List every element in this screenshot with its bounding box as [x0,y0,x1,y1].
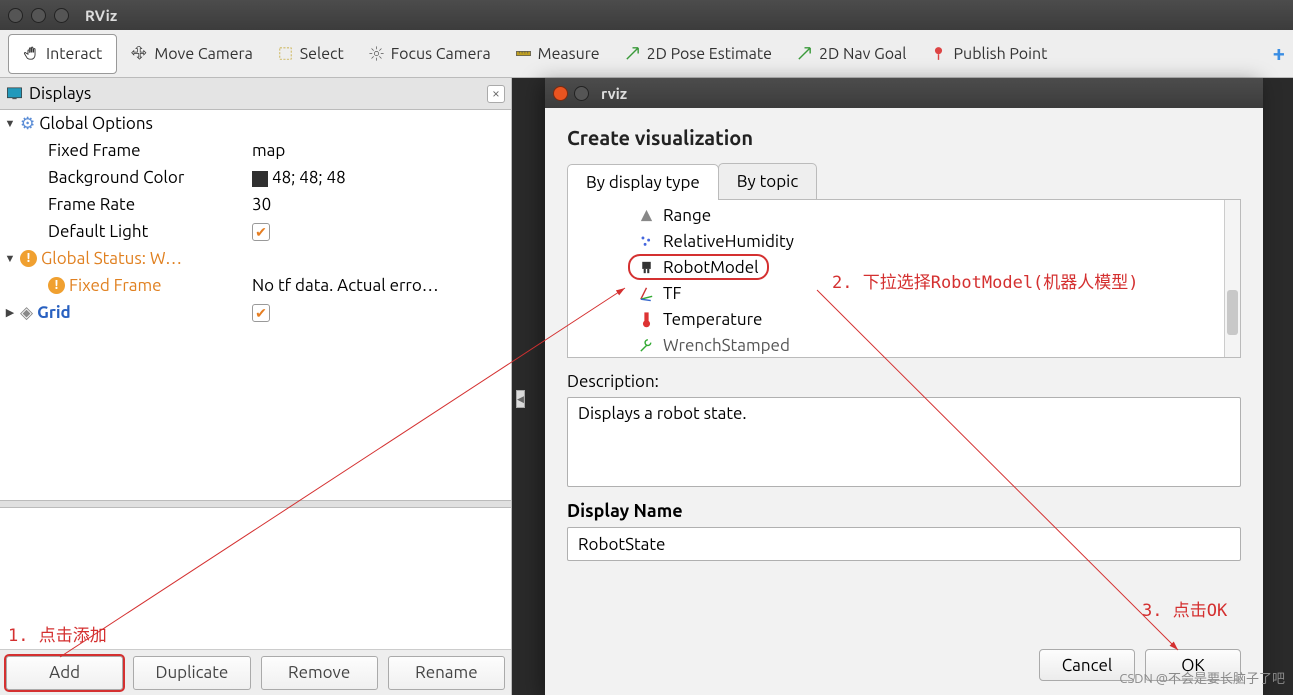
displays-panel: Displays × ⚙Global Options Fixed Frame m… [0,78,512,695]
type-tf[interactable]: TF [568,280,1224,306]
ruler-icon [515,45,532,62]
panel-collapse-handle[interactable]: ◀ [516,390,525,408]
tool-move-camera-label: Move Camera [154,45,252,63]
displays-tree[interactable]: ⚙Global Options Fixed Frame map Backgrou… [0,110,511,500]
display-name-input[interactable] [567,527,1241,561]
type-list-scrollbar[interactable] [1224,200,1240,357]
window-close-icon[interactable] [8,8,23,23]
duplicate-button[interactable]: Duplicate [133,656,250,690]
tree-fixed-frame[interactable]: Fixed Frame map [0,137,511,164]
tool-interact-label: Interact [46,45,102,63]
tool-measure-label: Measure [538,45,600,63]
tree-global-status[interactable]: !Global Status: W… [0,245,511,272]
window-minimize-icon[interactable] [31,8,46,23]
tool-select-label: Select [300,45,344,63]
checkbox-checked-icon[interactable]: ✔ [252,304,270,322]
arrow-green2-icon [796,45,813,62]
tree-frame-rate[interactable]: Frame Rate 30 [0,191,511,218]
description-text: Displays a robot state. [567,397,1241,487]
main-titlebar: RViz [0,0,1293,30]
arrow-green-icon [624,45,641,62]
dialog-tabs: By display type By topic [567,163,1241,200]
tool-nav-goal-label: 2D Nav Goal [819,45,906,63]
tool-select[interactable]: Select [267,39,354,69]
window-maximize-icon[interactable] [54,8,69,23]
display-icon [6,85,23,102]
type-relativehumidity[interactable]: RelativeHumidity [568,228,1224,254]
tool-pose-estimate-label: 2D Pose Estimate [647,45,772,63]
tab-by-display-type[interactable]: By display type [567,164,719,200]
warning-icon: ! [20,250,37,267]
color-swatch-icon [252,171,268,187]
rename-button[interactable]: Rename [388,656,505,690]
panel-close-icon[interactable]: × [487,85,505,103]
tool-publish-point[interactable]: Publish Point [920,39,1057,69]
displays-panel-header: Displays × [0,78,511,110]
display-type-list: Range RelativeHumidity RobotModel TF [567,200,1241,358]
tool-focus-camera[interactable]: Focus Camera [358,39,501,69]
tool-publish-point-label: Publish Point [953,45,1047,63]
display-name-label: Display Name [567,501,1241,521]
type-range[interactable]: Range [568,202,1224,228]
robot-icon [638,259,655,276]
pin-icon [930,45,947,62]
tool-nav-goal[interactable]: 2D Nav Goal [786,39,916,69]
temperature-icon [638,311,655,328]
dialog-close-icon[interactable] [553,86,568,101]
tree-grid[interactable]: ◈Grid ✔ [0,299,511,326]
add-button[interactable]: Add [6,656,123,690]
dialog-titlebar: rviz [545,78,1263,108]
tool-move-camera[interactable]: Move Camera [121,39,262,69]
panel-button-row: Add Duplicate Remove Rename [0,649,511,695]
remove-button[interactable]: Remove [261,656,378,690]
create-visualization-dialog: rviz Create visualization By display typ… [545,78,1263,695]
warning-icon: ! [48,277,65,294]
gear-icon: ⚙ [20,114,35,134]
tree-bg-color[interactable]: Background Color 48; 48; 48 [0,164,511,191]
window-title: RViz [85,7,117,24]
description-label: Description: [567,372,1241,391]
dialog-title: rviz [601,85,627,102]
tab-by-topic[interactable]: By topic [718,163,817,199]
hand-icon [23,45,40,62]
panel-divider[interactable] [0,500,511,508]
checkbox-checked-icon[interactable]: ✔ [252,223,270,241]
tree-default-light[interactable]: Default Light ✔ [0,218,511,245]
tool-interact[interactable]: Interact [8,34,117,74]
tree-fixed-frame-status[interactable]: !Fixed Frame No tf data. Actual erro… [0,272,511,299]
add-tool-icon[interactable]: + [1273,41,1285,66]
grid-icon: ◈ [20,303,33,323]
move-icon [131,45,148,62]
type-robotmodel[interactable]: RobotModel [628,254,769,280]
tool-pose-estimate[interactable]: 2D Pose Estimate [614,39,782,69]
wrench-icon [638,337,655,354]
focus-icon [368,45,385,62]
main-window: RViz Interact Move Camera Select Focus C… [0,0,1293,695]
tree-global-options[interactable]: ⚙Global Options [0,110,511,137]
type-wrenchstamped[interactable]: WrenchStamped [568,332,1224,357]
humidity-icon [638,233,655,250]
tool-focus-camera-label: Focus Camera [391,45,491,63]
type-temperature[interactable]: Temperature [568,306,1224,332]
main-toolbar: Interact Move Camera Select Focus Camera… [0,30,1293,78]
tool-measure[interactable]: Measure [505,39,610,69]
dialog-heading: Create visualization [567,126,1241,149]
watermark: CSDN @不会是要长脑子了吧 [1119,668,1285,687]
tf-icon [638,285,655,302]
range-icon [638,207,655,224]
panel-description-area [0,508,511,649]
dialog-minimize-icon[interactable] [574,86,589,101]
select-icon [277,45,294,62]
displays-panel-title: Displays [29,84,91,103]
